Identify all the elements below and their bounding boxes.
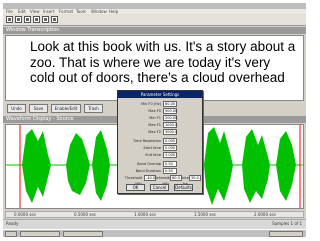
band-duration-field[interactable]: 0.50 xyxy=(163,168,177,174)
field-row-max-f0: Max F0 500.00 xyxy=(118,108,202,114)
field-row-band-overlap: Band Overlap 0.50 xyxy=(118,161,202,167)
system-tray xyxy=(269,231,303,237)
save-button[interactable]: Save xyxy=(29,104,48,113)
transcript-line-3: cold out of doors, there's a cloud overh… xyxy=(30,70,285,85)
field-row-min-f0: Min F0 (Hz) 60.00 xyxy=(118,101,202,107)
waveform-burst-5 xyxy=(242,129,270,203)
time-ruler: 0.0000 sec 0.5000 sec 1.0000 sec 1.5000 … xyxy=(5,211,304,218)
field-label: Min F0 (Hz) xyxy=(141,102,161,106)
dialog-title: Parameter Settings xyxy=(118,91,202,98)
toolbar xyxy=(3,14,306,26)
max-f1-field[interactable]: 1000.0 xyxy=(163,122,177,128)
enable-edit-button[interactable]: Enable/Edit xyxy=(51,104,81,113)
field-row-time-resolution: Time Resolution 0.005 xyxy=(118,138,202,144)
field-row-start-time: Start time 0.000 xyxy=(118,145,202,151)
save-icon[interactable] xyxy=(24,16,31,23)
waveform-burst-1 xyxy=(22,129,51,203)
status-bar: Ready Samples 1 of 1 xyxy=(3,219,306,229)
new-icon[interactable] xyxy=(6,16,13,23)
ruler-label: 1.0000 sec xyxy=(134,212,157,217)
field-label: Min F1 xyxy=(149,116,161,120)
field-label: Max F0 xyxy=(148,109,161,113)
end-time-field[interactable]: 3.000 xyxy=(163,152,177,158)
open-icon[interactable] xyxy=(15,16,22,23)
max-f2-field[interactable]: 3000.0 xyxy=(163,129,177,135)
field-row-max-f2: Max F2 3000.0 xyxy=(118,129,202,135)
trash-button[interactable]: Trash xyxy=(84,104,103,113)
field-label: End time xyxy=(145,153,161,157)
waveform-burst-6 xyxy=(276,131,296,201)
stop-icon[interactable] xyxy=(42,16,49,23)
field-row-band-duration: Band Duration 0.50 xyxy=(118,168,202,174)
defaults-button[interactable]: Defaults xyxy=(174,184,193,191)
transcript-line-2: zoo. That is where we are today it's ver… xyxy=(30,54,271,70)
transcript-line-1: Look at this book with us. It's a story … xyxy=(30,39,296,54)
field-label: Band Overlap xyxy=(137,162,161,166)
ok-button[interactable]: OK xyxy=(126,184,145,191)
max-f0-field[interactable]: 500.00 xyxy=(163,108,177,114)
undo-button[interactable]: Undo xyxy=(7,104,26,113)
ruler-label: 2.0000 sec xyxy=(254,212,277,217)
min-f0-field[interactable]: 60.00 xyxy=(163,101,177,107)
field-label: Start time xyxy=(143,146,161,150)
field-label: Time Resolution xyxy=(133,139,161,143)
band-overlap-field[interactable]: 0.50 xyxy=(163,161,177,167)
status-right: Samples 1 of 1 xyxy=(272,221,302,226)
ruler-label: 0.0000 sec xyxy=(14,212,37,217)
field-row-end-time: End time 3.000 xyxy=(118,152,202,158)
field-row-min-f1: Min F1 200.00 xyxy=(118,115,202,121)
intensity-bw-field[interactable]: 30.0 xyxy=(189,175,201,181)
taskbar xyxy=(3,229,306,237)
field-row-max-f1: Max F1 1000.0 xyxy=(118,122,202,128)
field-row-intensity-bw: Intensity bw 30.0 xyxy=(118,175,202,186)
start-time-field[interactable]: 0.000 xyxy=(163,145,177,151)
min-f1-field[interactable]: 200.00 xyxy=(163,115,177,121)
taskbar-item[interactable] xyxy=(63,231,103,237)
field-label: Max F2 xyxy=(148,130,161,134)
field-label: Band Duration xyxy=(135,169,161,173)
waveform-burst-3 xyxy=(92,130,110,201)
parameter-dialog: Parameter Settings Min F0 (Hz) 60.00 Max… xyxy=(117,90,203,194)
text-pane-title: Window Transcription xyxy=(3,27,306,34)
ruler-label: 0.5000 sec xyxy=(74,212,97,217)
status-left: Ready xyxy=(6,221,19,226)
waveform-burst-2 xyxy=(66,133,90,195)
play-icon[interactable] xyxy=(33,16,40,23)
cancel-button[interactable]: Cancel xyxy=(150,184,169,191)
waveform-burst-4 xyxy=(204,127,233,205)
ruler-label: 1.5000 sec xyxy=(194,212,217,217)
record-icon[interactable] xyxy=(51,16,58,23)
application-window: File Edit View Insert Format Tools Windo… xyxy=(3,3,306,237)
taskbar-item[interactable] xyxy=(20,231,60,237)
time-resolution-field[interactable]: 0.005 xyxy=(163,138,177,144)
start-button[interactable] xyxy=(5,231,17,237)
field-label: Max F1 xyxy=(148,123,161,127)
